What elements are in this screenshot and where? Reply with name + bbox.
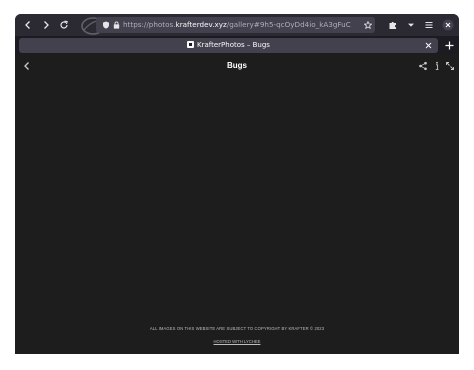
arrow-left-icon (25, 21, 30, 29)
tab-title-wrap: KrafterPhotos – Bugs (19, 38, 438, 53)
close-icon (425, 42, 432, 49)
close-icon (442, 19, 454, 31)
menu-button[interactable] (421, 17, 437, 33)
close-tab-button[interactable] (423, 40, 434, 51)
plus-icon (445, 41, 453, 49)
chevron-down-icon (408, 23, 414, 27)
url-text[interactable]: https://photos.krafterdev.xyz/gallery#9h… (123, 17, 351, 33)
footer-copyright: ALL IMAGES ON THIS WEBSITE ARE SUBJECT T… (149, 326, 325, 331)
tab-strip: KrafterPhotos – Bugs (15, 36, 459, 54)
favicon-icon (187, 41, 195, 48)
share-icon[interactable] (418, 61, 428, 71)
page-content: Bugs ALL IMAGES ON THIS WEBSITE ARE SUBJ… (15, 54, 459, 354)
new-tab-button[interactable] (442, 38, 456, 52)
url-path: /gallery#9h5-qcOyDd4io_kA3gFuCFY6 (226, 20, 351, 29)
downloads-button[interactable] (403, 17, 419, 33)
tab-title: KrafterPhotos – Bugs (197, 41, 270, 49)
url-prefix: https://photos. (123, 20, 176, 29)
info-icon[interactable] (432, 61, 442, 71)
star-icon[interactable] (364, 21, 372, 29)
album-title: Bugs (227, 61, 247, 70)
gallery-header: Bugs (15, 54, 459, 78)
arrow-right-icon (44, 21, 49, 29)
browser-toolbar: https://photos.krafterdev.xyz/gallery#9h… (15, 14, 459, 36)
hamburger-icon (425, 21, 433, 29)
tab-krafterphotos[interactable]: KrafterPhotos – Bugs (19, 38, 438, 53)
puzzle-icon (389, 21, 396, 29)
hosted-with-lychee-link[interactable]: HOSTED WITH LYCHEE (15, 339, 459, 344)
url-host: krafterdev.xyz (175, 20, 227, 29)
url-bar[interactable]: https://photos.krafterdev.xyz/gallery#9h… (96, 17, 375, 33)
close-window-button[interactable] (440, 17, 456, 33)
shield-icon[interactable] (102, 21, 110, 29)
extensions-button[interactable] (385, 17, 401, 33)
forward-button[interactable] (38, 17, 54, 33)
lock-icon[interactable] (113, 21, 120, 29)
reload-button[interactable] (56, 17, 72, 33)
browser-window: https://photos.krafterdev.xyz/gallery#9h… (15, 14, 459, 354)
fullscreen-icon[interactable] (445, 61, 455, 71)
back-button[interactable] (20, 17, 36, 33)
reload-icon (60, 20, 68, 29)
